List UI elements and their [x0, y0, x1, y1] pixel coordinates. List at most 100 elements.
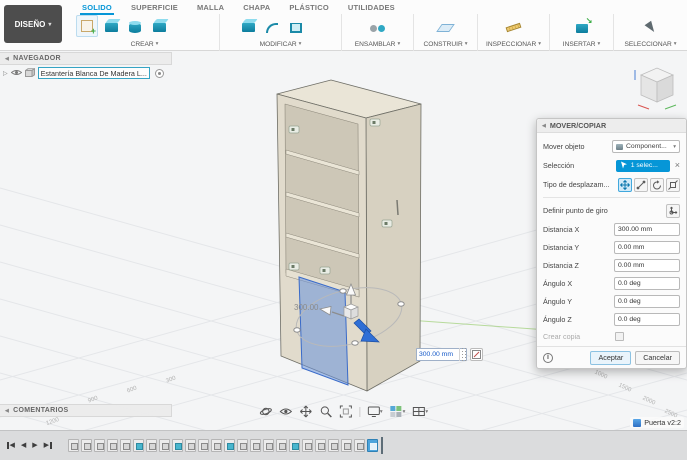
modificar-dropdown[interactable]: MODIFICAR ▾ [223, 38, 338, 50]
timeline-position-marker[interactable] [381, 437, 383, 454]
browser-root-item[interactable]: ▷ Estantería Blanca De Madera L... [0, 65, 172, 81]
press-pull-icon[interactable] [237, 15, 259, 37]
activate-component-radio[interactable] [155, 69, 164, 78]
move-object-label: Mover objeto [543, 142, 612, 151]
collapse-left-icon[interactable]: ◀ [542, 123, 546, 129]
timeline-feature-icon[interactable] [107, 439, 118, 452]
skip-to-start-icon[interactable]: ◀ [7, 442, 15, 449]
shell-icon[interactable] [285, 15, 307, 37]
crear-dropdown[interactable]: CREAR ▾ [73, 38, 216, 50]
free-move-icon[interactable] [666, 178, 680, 192]
timeline-feature-icon[interactable] [367, 439, 378, 452]
design-menu-label: DISEÑO [15, 20, 46, 29]
timeline-feature-icon[interactable] [263, 439, 274, 452]
box-icon[interactable] [148, 15, 170, 37]
field-input[interactable] [614, 241, 680, 254]
fit-icon[interactable] [337, 404, 354, 419]
point-to-point-icon[interactable] [634, 178, 648, 192]
collapse-left-icon[interactable]: ◀ [5, 408, 9, 414]
select-icon[interactable] [640, 15, 662, 37]
move-object-select[interactable]: Component... ▾ [612, 140, 680, 153]
rotate-icon[interactable] [650, 178, 664, 192]
timeline-feature-icon[interactable] [68, 439, 79, 452]
timeline-feature-icon[interactable] [172, 439, 183, 452]
construir-dropdown[interactable]: CONSTRUIR ▾ [417, 38, 474, 50]
dialog-header[interactable]: ◀ MOVER/COPIAR [537, 119, 686, 133]
design-menu-button[interactable]: DISEÑO ▾ [4, 5, 62, 43]
seleccionar-dropdown[interactable]: SELECCIONAR ▾ [617, 38, 684, 50]
drag-grip-icon[interactable] [459, 348, 466, 361]
timeline-feature-icon[interactable] [276, 439, 287, 452]
insertar-dropdown[interactable]: INSERTAR ▾ [553, 38, 610, 50]
play-icon[interactable]: ▶ [32, 442, 37, 449]
field-input[interactable] [614, 223, 680, 236]
collapse-left-icon[interactable]: ◀ [5, 56, 9, 62]
timeline-feature-icon[interactable] [237, 439, 248, 452]
viewports-icon[interactable]: ▾ [410, 404, 430, 419]
dimension-options-button[interactable] [470, 348, 483, 361]
tab-malla[interactable]: MALLA [195, 1, 226, 15]
timeline-feature-icon[interactable] [211, 439, 222, 452]
insert-icon[interactable] [571, 15, 593, 37]
timeline-playback-controls: ◀ ◀ ▶ ▶ [7, 442, 52, 449]
timeline-feature-icon[interactable] [185, 439, 196, 452]
dialog-field-row: Distancia Y [543, 238, 680, 256]
field-input[interactable] [614, 259, 680, 272]
fillet-icon[interactable] [261, 15, 283, 37]
skip-to-end-icon[interactable]: ▶ [44, 442, 52, 449]
timeline-feature-icon[interactable] [120, 439, 131, 452]
cancel-button[interactable]: Cancelar [635, 351, 680, 365]
timeline-feature-icon[interactable] [159, 439, 170, 452]
look-at-icon[interactable] [277, 404, 294, 419]
timeline-feature-icon[interactable] [94, 439, 105, 452]
timeline-feature-icon[interactable] [315, 439, 326, 452]
timeline-feature-icon[interactable] [328, 439, 339, 452]
set-pivot-icon[interactable] [666, 204, 680, 218]
viewcube[interactable] [630, 60, 684, 119]
selection-chip[interactable]: 1 selec... [616, 160, 670, 172]
clear-selection-icon[interactable]: × [675, 161, 680, 170]
revolve-icon[interactable] [124, 15, 146, 37]
timeline-feature-icon[interactable] [81, 439, 92, 452]
timeline-feature-icon[interactable] [354, 439, 365, 452]
timeline-feature-icon[interactable] [224, 439, 235, 452]
timeline-feature-icon[interactable] [302, 439, 313, 452]
visibility-eye-icon[interactable] [11, 64, 22, 82]
display-settings-icon[interactable]: ▾ [365, 404, 385, 419]
ribbon-group-insertar: INSERTAR ▾ [550, 14, 614, 51]
extrude-icon[interactable] [100, 15, 122, 37]
info-icon[interactable]: i [543, 353, 553, 363]
ensamblar-dropdown[interactable]: ENSAMBLAR ▾ [345, 38, 410, 50]
timeline-feature-icon[interactable] [250, 439, 261, 452]
measure-icon[interactable] [503, 15, 525, 37]
translate-icon[interactable] [618, 178, 632, 192]
timeline-feature-icon[interactable] [146, 439, 157, 452]
expand-right-icon[interactable]: ▷ [3, 70, 8, 77]
inspeccionar-dropdown[interactable]: INSPECCIONAR ▾ [481, 38, 546, 50]
field-input[interactable] [614, 313, 680, 326]
tab-chapa[interactable]: CHAPA [241, 1, 272, 15]
tab-solido[interactable]: SOLIDO [80, 1, 114, 15]
tab-plastico[interactable]: PLÁSTICO [287, 1, 331, 15]
construction-plane-icon[interactable] [435, 15, 457, 37]
tab-utilidades[interactable]: UTILIDADES [346, 1, 397, 15]
timeline-feature-icon[interactable] [289, 439, 300, 452]
create-sketch-icon[interactable] [76, 15, 98, 37]
component-icon [25, 64, 35, 82]
joint-icon[interactable] [367, 15, 389, 37]
create-copy-checkbox[interactable] [615, 332, 624, 341]
dialog-footer: i Aceptar Cancelar [537, 346, 686, 368]
timeline-feature-icon[interactable] [133, 439, 144, 452]
step-back-icon[interactable]: ◀ [21, 442, 26, 449]
field-input[interactable] [614, 295, 680, 308]
field-input[interactable] [614, 277, 680, 290]
accept-button[interactable]: Aceptar [590, 351, 631, 365]
dimension-input[interactable] [417, 351, 459, 358]
tab-superficie[interactable]: SUPERFICIE [129, 1, 180, 15]
zoom-icon[interactable] [317, 404, 334, 419]
timeline-feature-icon[interactable] [198, 439, 209, 452]
pan-icon[interactable] [297, 404, 314, 419]
orbit-icon[interactable] [257, 404, 274, 419]
timeline-feature-icon[interactable] [341, 439, 352, 452]
grid-snaps-icon[interactable]: ▾ [388, 404, 408, 419]
